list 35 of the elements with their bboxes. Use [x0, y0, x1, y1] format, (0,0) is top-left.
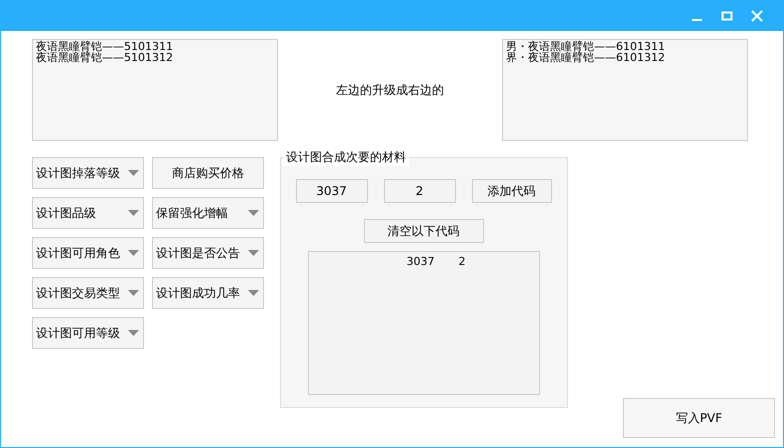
dropdown[interactable]: 设计图成功几率	[152, 277, 264, 309]
upgrade-label: 左边的升级成右边的	[335, 82, 445, 98]
caret-icon	[128, 170, 139, 176]
add-code-button[interactable]: 添加代码	[472, 179, 552, 203]
item-list[interactable]: 男・夜语黑瞳臂铠——6101311 界・夜语黑瞳臂铠——6101312	[502, 39, 748, 141]
dropdown[interactable]: 设计图可用等级	[32, 317, 144, 349]
dropdown[interactable]: 设计图是否公告	[152, 237, 264, 269]
dropdown[interactable]: 设计图交易类型	[32, 277, 144, 309]
price-button[interactable]: 商店购买价格	[152, 157, 264, 189]
maximize-icon[interactable]	[721, 10, 733, 22]
list-item[interactable]: 界・夜语黑瞳臂铠——6101312	[506, 52, 744, 63]
item-list[interactable]: 夜语黑瞳臂铠——5101311 夜语黑瞳臂铠——5101312	[32, 39, 278, 141]
code-output-box[interactable]: 3037 2	[308, 251, 540, 395]
code-field[interactable]: 3037	[296, 179, 368, 203]
dropdown[interactable]: 保留强化增幅	[152, 197, 264, 229]
list-item[interactable]: 夜语黑瞳臂铠——5101311	[36, 41, 274, 52]
list-item[interactable]: 夜语黑瞳臂铠——5101312	[36, 52, 274, 63]
list-item[interactable]: 男・夜语黑瞳臂铠——6101311	[506, 41, 744, 52]
caret-icon	[128, 290, 139, 296]
dropdown[interactable]: 设计图品级	[32, 197, 144, 229]
close-icon[interactable]	[751, 10, 763, 22]
caret-icon	[128, 210, 139, 216]
dropdown[interactable]: 设计图掉落等级	[32, 157, 144, 189]
code-text: 3037	[406, 255, 434, 268]
caret-icon	[248, 210, 259, 216]
count-field[interactable]: 2	[384, 179, 456, 203]
panel-title: 设计图合成次要的材料	[283, 149, 409, 166]
caret-icon	[248, 290, 259, 296]
caret-icon	[248, 250, 259, 256]
dropdown[interactable]: 设计图可用角色	[32, 237, 144, 269]
write-pvf-button[interactable]: 写入PVF	[623, 398, 775, 438]
clear-codes-button[interactable]: 清空以下代码	[364, 219, 484, 243]
caret-icon	[128, 250, 139, 256]
caret-icon	[128, 330, 139, 336]
code-text: 2	[458, 255, 466, 268]
